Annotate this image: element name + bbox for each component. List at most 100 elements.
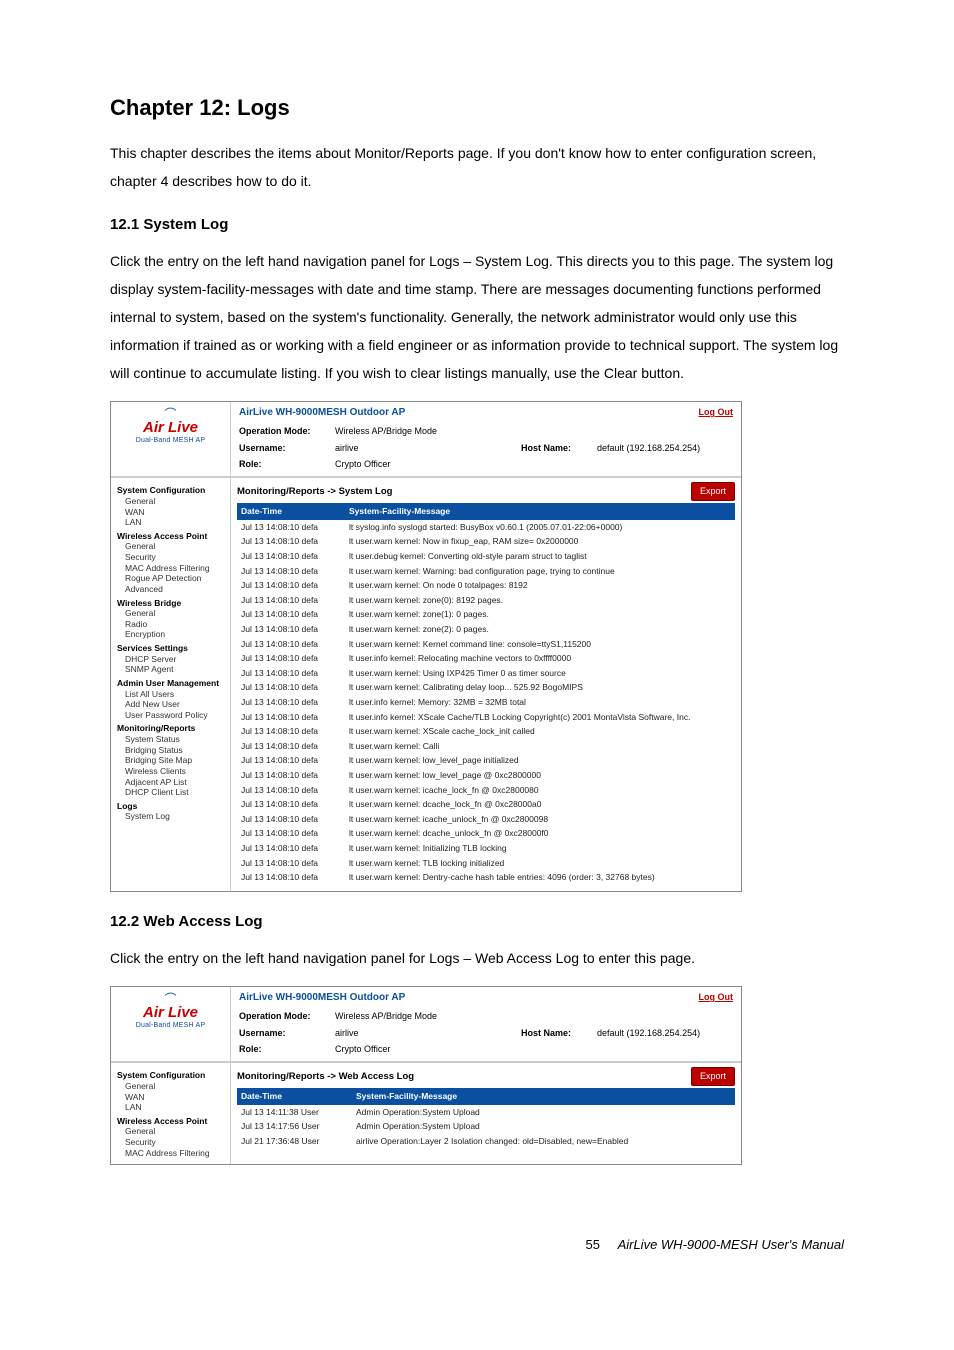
nav-item[interactable]: MAC Address Filtering bbox=[117, 1148, 226, 1159]
cell-message: lt user.warn kernel: On node 0 totalpage… bbox=[345, 579, 735, 594]
cell-message: lt user.warn kernel: dcache_unlock_fn @ … bbox=[345, 827, 735, 842]
nav-item[interactable]: DHCP Server bbox=[117, 654, 226, 665]
cell-date-time: Jul 13 14:08:10 defa bbox=[237, 666, 345, 681]
cell-date-time: Jul 13 14:08:10 defa bbox=[237, 695, 345, 710]
cell-message: lt user.warn kernel: zone(1): 0 pages. bbox=[345, 608, 735, 623]
cell-date-time: Jul 13 14:08:10 defa bbox=[237, 652, 345, 667]
nav-item[interactable]: General bbox=[117, 541, 226, 552]
chapter-intro: This chapter describes the items about M… bbox=[110, 139, 844, 195]
nav-item[interactable]: Monitoring/Reports bbox=[117, 723, 226, 734]
table-row: Jul 13 14:08:10 defalt user.warn kernel:… bbox=[237, 783, 735, 798]
table-row: Jul 13 14:08:10 defalt user.warn kernel:… bbox=[237, 579, 735, 594]
nav-item[interactable]: Bridging Status bbox=[117, 745, 226, 756]
cell-date-time: Jul 13 14:08:10 defa bbox=[237, 754, 345, 769]
nav-item[interactable]: LAN bbox=[117, 1102, 226, 1113]
nav-item[interactable]: General bbox=[117, 608, 226, 619]
nav-item[interactable]: Rogue AP Detection bbox=[117, 573, 226, 584]
page-number: 55 bbox=[585, 1237, 599, 1252]
col-message: System-Facility-Message bbox=[352, 1088, 735, 1106]
op-mode-value: Wireless AP/Bridge Mode bbox=[335, 1009, 515, 1023]
nav-item[interactable]: WAN bbox=[117, 507, 226, 518]
nav-item[interactable]: Radio bbox=[117, 619, 226, 630]
cell-date-time: Jul 13 14:08:10 defa bbox=[237, 637, 345, 652]
table-row: Jul 13 14:08:10 defalt user.info kernel:… bbox=[237, 652, 735, 667]
nav-item[interactable]: General bbox=[117, 496, 226, 507]
ap-title: AirLive WH-9000MESH Outdoor AP bbox=[239, 405, 405, 421]
nav-item[interactable]: Adjacent AP List bbox=[117, 777, 226, 788]
cell-date-time: Jul 13 14:08:10 defa bbox=[237, 550, 345, 565]
cell-date-time: Jul 13 14:08:10 defa bbox=[237, 579, 345, 594]
cell-message: lt syslog.info syslogd started: BusyBox … bbox=[345, 520, 735, 535]
nav-item[interactable]: Wireless Clients bbox=[117, 766, 226, 777]
brand-logo: ⌒ Air Live Dual-Band MESH AP bbox=[111, 987, 231, 1061]
table-row: Jul 13 14:08:10 defalt syslog.info syslo… bbox=[237, 520, 735, 535]
table-row: Jul 13 14:08:10 defalt user.warn kernel:… bbox=[237, 637, 735, 652]
cell-message: lt user.warn kernel: low_level_page @ 0x… bbox=[345, 768, 735, 783]
nav-item[interactable]: Wireless Access Point bbox=[117, 531, 226, 542]
nav-item[interactable]: WAN bbox=[117, 1092, 226, 1103]
nav-item[interactable]: Wireless Access Point bbox=[117, 1116, 226, 1127]
manual-title: AirLive WH-9000-MESH User's Manual bbox=[618, 1237, 844, 1252]
nav-item[interactable]: Services Settings bbox=[117, 643, 226, 654]
section-12-1-body: Click the entry on the left hand navigat… bbox=[110, 247, 844, 387]
nav-item[interactable]: System Configuration bbox=[117, 1070, 226, 1081]
nav-item[interactable]: Encryption bbox=[117, 629, 226, 640]
nav-item[interactable]: Bridging Site Map bbox=[117, 755, 226, 766]
export-button[interactable]: Export bbox=[691, 1067, 735, 1085]
table-row: Jul 13 14:08:10 defalt user.warn kernel:… bbox=[237, 768, 735, 783]
cell-date-time: Jul 13 14:08:10 defa bbox=[237, 520, 345, 535]
cell-message: lt user.warn kernel: Calibrating delay l… bbox=[345, 681, 735, 696]
nav-item[interactable]: Advanced bbox=[117, 584, 226, 595]
table-row: Jul 13 14:08:10 defalt user.warn kernel:… bbox=[237, 739, 735, 754]
nav-item[interactable]: Add New User bbox=[117, 699, 226, 710]
cell-date-time: Jul 13 14:08:10 defa bbox=[237, 593, 345, 608]
nav-item[interactable]: Wireless Bridge bbox=[117, 598, 226, 609]
nav-item[interactable]: SNMP Agent bbox=[117, 664, 226, 675]
nav-item[interactable]: User Password Policy bbox=[117, 710, 226, 721]
nav-item[interactable]: DHCP Client List bbox=[117, 787, 226, 798]
nav-item[interactable]: Logs bbox=[117, 801, 226, 812]
table-row: Jul 13 14:08:10 defalt user.warn kernel:… bbox=[237, 623, 735, 638]
logout-link[interactable]: Log Out bbox=[699, 990, 734, 1006]
breadcrumb: Monitoring/Reports -> Web Access Log bbox=[237, 1069, 414, 1084]
left-nav: System ConfigurationGeneralWANLANWireles… bbox=[111, 478, 231, 891]
cell-date-time: Jul 13 14:08:10 defa bbox=[237, 827, 345, 842]
logout-link[interactable]: Log Out bbox=[699, 405, 734, 421]
role-value: Crypto Officer bbox=[335, 457, 515, 471]
host-label: Host Name: bbox=[521, 441, 591, 455]
cell-message: lt user.warn kernel: Calli bbox=[345, 739, 735, 754]
cell-message: lt user.info kernel: Relocating machine … bbox=[345, 652, 735, 667]
cell-date-time: Jul 13 14:17:56 User bbox=[237, 1120, 352, 1135]
logo-subtitle: Dual-Band MESH AP bbox=[117, 1020, 224, 1031]
nav-item[interactable]: System Configuration bbox=[117, 485, 226, 496]
nav-item[interactable]: Security bbox=[117, 1137, 226, 1148]
cell-date-time: Jul 13 14:08:10 defa bbox=[237, 725, 345, 740]
cell-message: lt user.warn kernel: XScale cache_lock_i… bbox=[345, 725, 735, 740]
cell-message: lt user.warn kernel: TLB locking initial… bbox=[345, 856, 735, 871]
nav-item[interactable]: General bbox=[117, 1126, 226, 1137]
username-label: Username: bbox=[239, 441, 329, 455]
nav-item[interactable]: System Status bbox=[117, 734, 226, 745]
nav-item[interactable]: MAC Address Filtering bbox=[117, 563, 226, 574]
cell-message: lt user.warn kernel: zone(0): 8192 pages… bbox=[345, 593, 735, 608]
table-row: Jul 13 14:08:10 defalt user.warn kernel:… bbox=[237, 871, 735, 886]
cell-message: lt user.info kernel: Memory: 32MB = 32MB… bbox=[345, 695, 735, 710]
nav-item[interactable]: System Log bbox=[117, 811, 226, 822]
nav-item[interactable]: Security bbox=[117, 552, 226, 563]
table-row: Jul 13 14:08:10 defalt user.warn kernel:… bbox=[237, 841, 735, 856]
table-row: Jul 13 14:08:10 defalt user.warn kernel:… bbox=[237, 681, 735, 696]
section-12-2-body: Click the entry on the left hand navigat… bbox=[110, 944, 844, 972]
host-label: Host Name: bbox=[521, 1026, 591, 1040]
host-value: default (192.168.254.254) bbox=[597, 1026, 700, 1040]
cell-message: lt user.warn kernel: Initializing TLB lo… bbox=[345, 841, 735, 856]
cell-date-time: Jul 13 14:08:10 defa bbox=[237, 841, 345, 856]
page-footer: 55 AirLive WH-9000-MESH User's Manual bbox=[110, 1235, 844, 1256]
cell-date-time: Jul 13 14:08:10 defa bbox=[237, 623, 345, 638]
nav-item[interactable]: General bbox=[117, 1081, 226, 1092]
export-button[interactable]: Export bbox=[691, 482, 735, 500]
col-date-time: Date-Time bbox=[237, 1088, 352, 1106]
nav-item[interactable]: Admin User Management bbox=[117, 678, 226, 689]
nav-item[interactable]: LAN bbox=[117, 517, 226, 528]
cell-message: lt user.warn kernel: Warning: bad config… bbox=[345, 564, 735, 579]
nav-item[interactable]: List All Users bbox=[117, 689, 226, 700]
